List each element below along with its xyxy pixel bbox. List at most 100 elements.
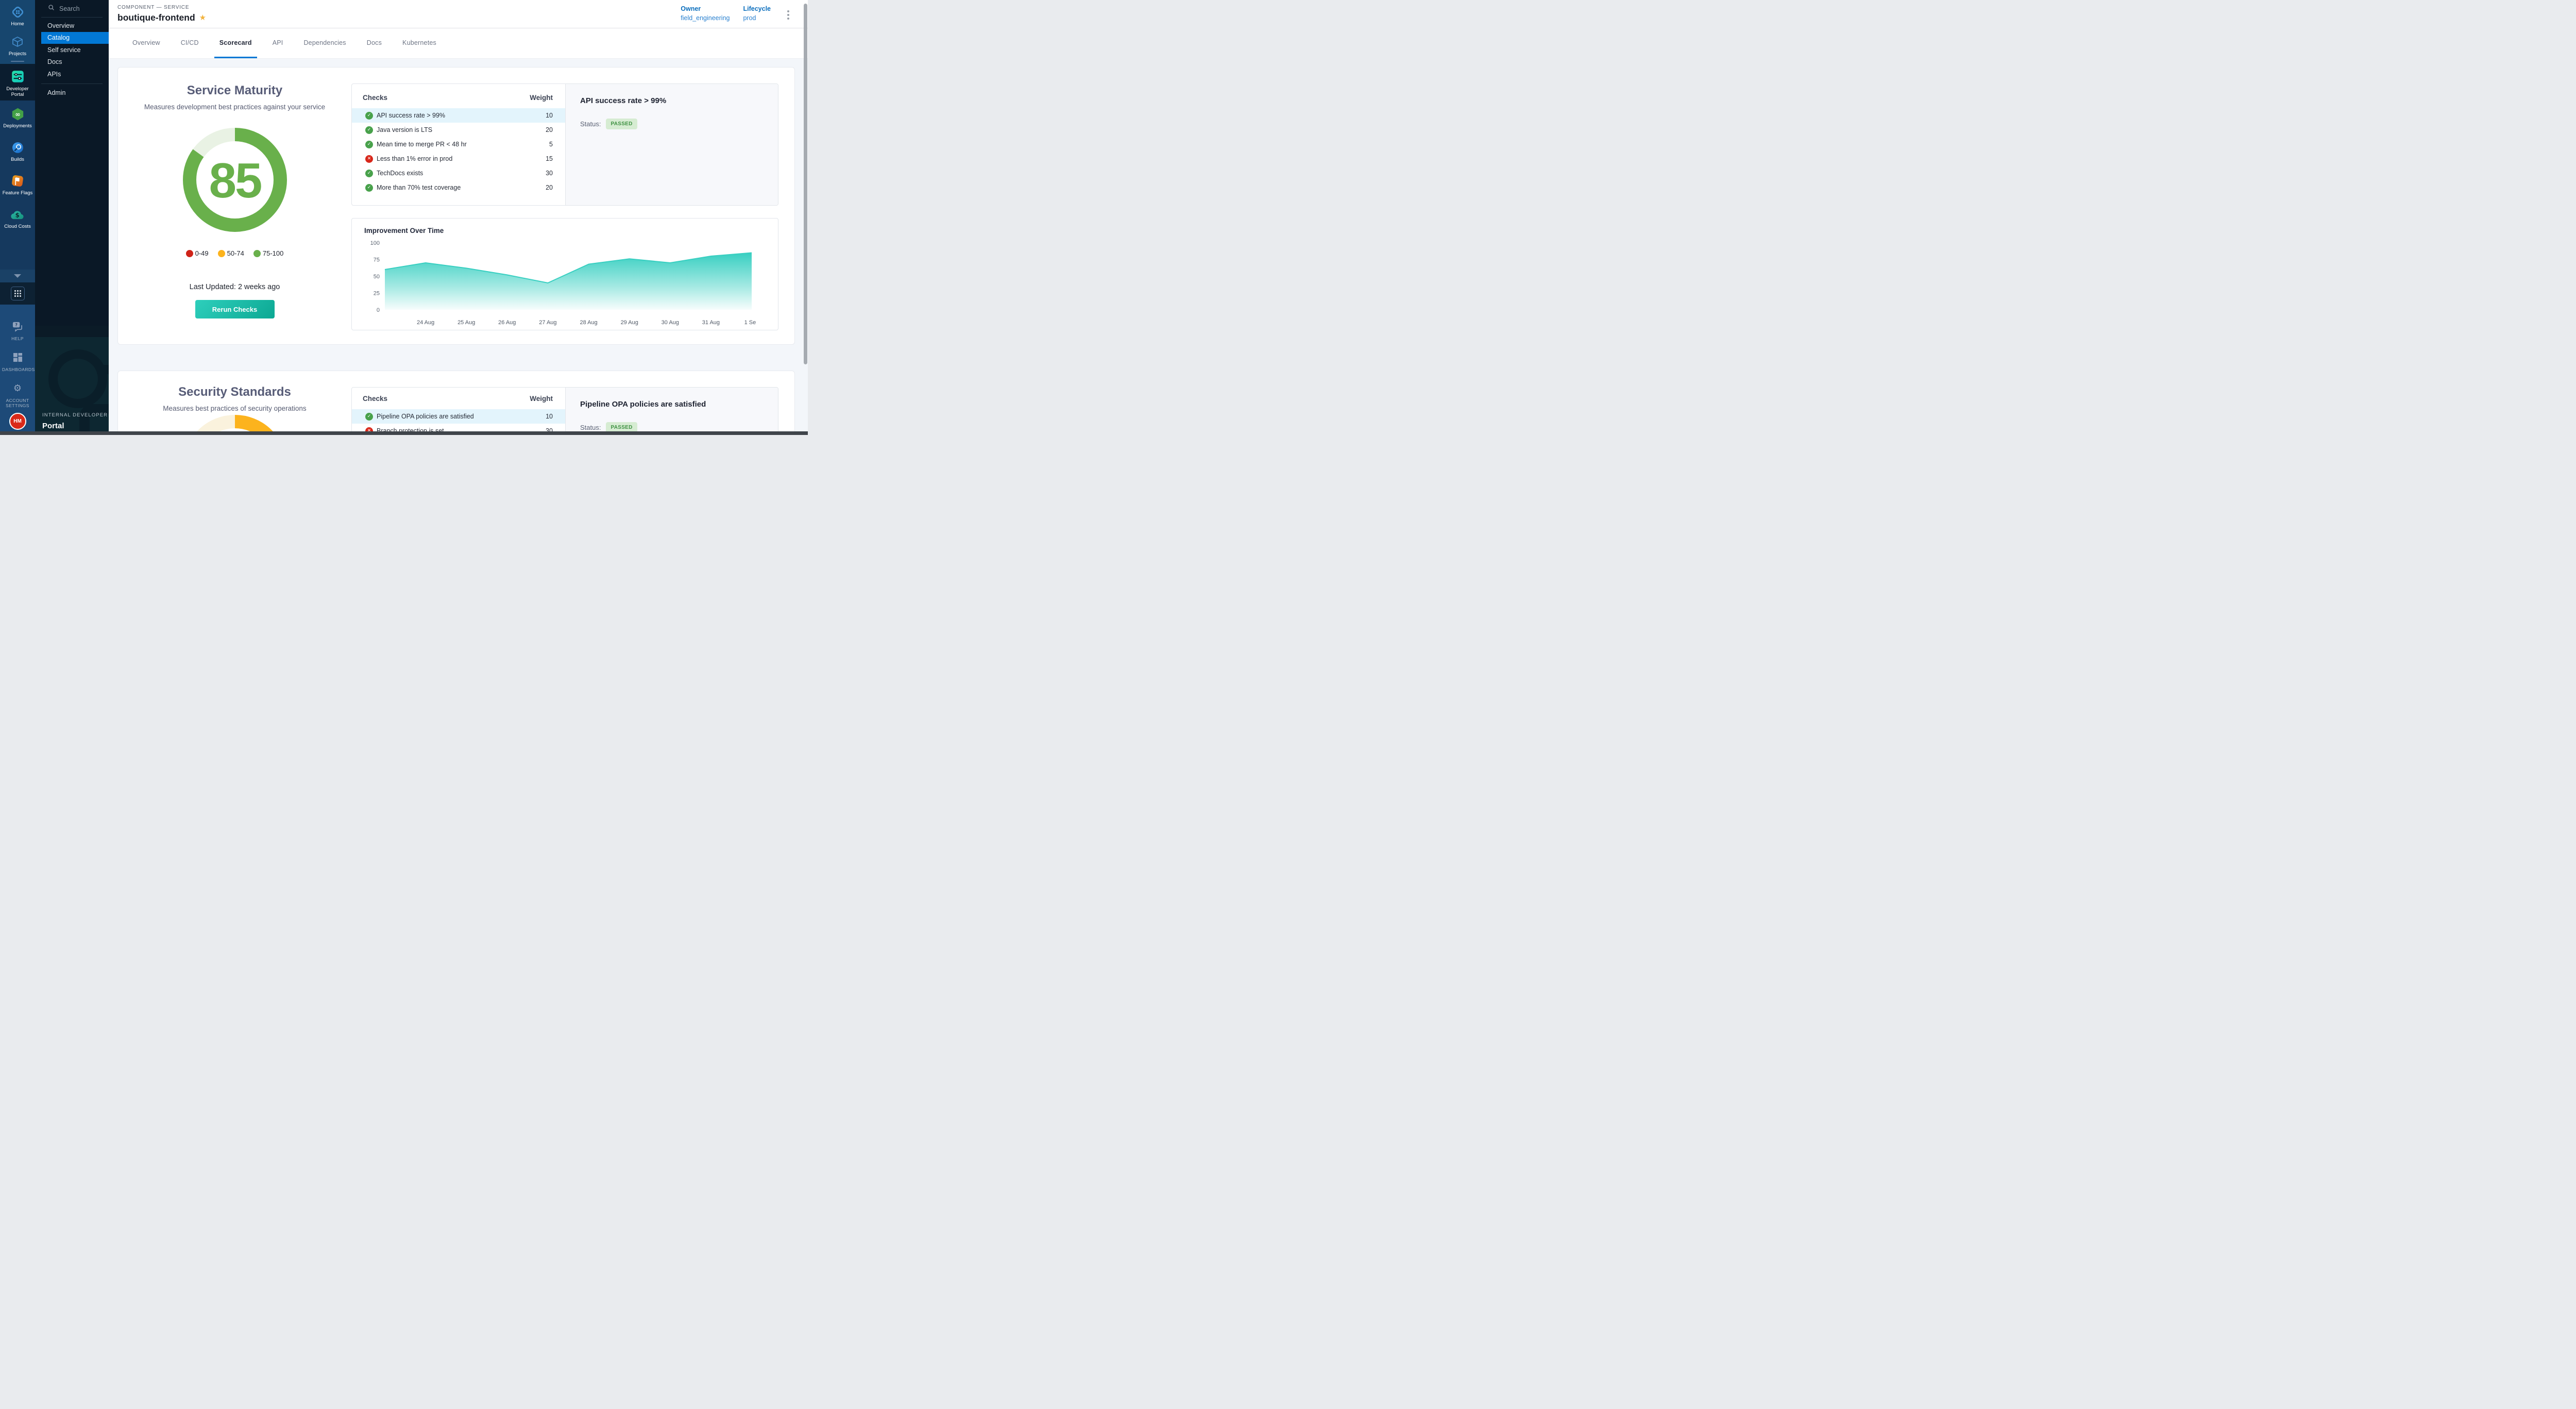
sidebar-item-docs[interactable]: Docs	[41, 56, 109, 69]
scrollbar-thumb[interactable]	[804, 4, 807, 364]
rail-bottom-group: ?HELP DASHBOARDS ⚙ACCOUNT SETTINGSHM	[0, 305, 35, 435]
check-pass-icon: ✓	[365, 184, 373, 192]
rail-more-chevron[interactable]	[0, 270, 35, 282]
circuit-decoration	[48, 349, 107, 408]
tab-kubernetes[interactable]: Kubernetes	[397, 28, 442, 58]
rerun-checks-button[interactable]: Rerun Checks	[195, 300, 275, 318]
check-label: Java version is LTS	[377, 126, 537, 133]
check-row[interactable]: ✓Mean time to merge PR < 48 hr5	[352, 137, 565, 152]
main-area: COMPONENT — SERVICE boutique-frontend ★ …	[109, 0, 808, 435]
tab-overview[interactable]: Overview	[127, 28, 165, 58]
dashboards-icon	[13, 350, 23, 365]
x-tick-label: 27 Aug	[539, 320, 556, 326]
weight-column-header: Weight	[530, 395, 553, 402]
feature-flags-icon	[11, 174, 24, 188]
legend-item: 0-49	[186, 249, 209, 257]
check-pass-icon: ✓	[365, 413, 373, 421]
check-row[interactable]: ✓API success rate > 99%10	[352, 108, 565, 123]
tab-dependencies[interactable]: Dependencies	[298, 28, 351, 58]
owner-label: Owner	[681, 5, 730, 12]
check-row[interactable]: ✓Java version is LTS20	[352, 123, 565, 137]
status-badge: PASSED	[606, 119, 637, 129]
tab-cicd[interactable]: CI/CD	[176, 28, 204, 58]
module-rail: Home Projects Developer Portal ∞ Deploymen…	[0, 0, 35, 435]
sidebar-item-apis[interactable]: APIs	[41, 68, 109, 80]
rail-item-cloud-costs[interactable]: $Cloud Costs	[0, 201, 35, 234]
avatar[interactable]: HM	[9, 413, 26, 430]
check-label: TechDocs exists	[377, 170, 537, 177]
entity-header: COMPONENT — SERVICE boutique-frontend ★ …	[109, 0, 808, 28]
area-series	[385, 253, 752, 310]
check-label: Pipeline OPA policies are satisfied	[377, 413, 537, 420]
legend-dot-icon	[218, 250, 225, 257]
check-weight: 20	[537, 126, 553, 133]
rail-item-label: Home	[11, 21, 24, 27]
chart-title: Improvement Over Time	[364, 227, 768, 234]
check-detail-title: API success rate > 99%	[580, 96, 768, 105]
search-icon	[48, 4, 55, 13]
tab-api[interactable]: API	[267, 28, 289, 58]
sidebar-item-admin[interactable]: Admin	[41, 87, 109, 99]
lifecycle-label: Lifecycle	[743, 5, 771, 12]
lifecycle-link[interactable]: prod	[743, 14, 771, 22]
x-tick-label: 31 Aug	[702, 320, 720, 326]
check-weight: 10	[537, 413, 553, 420]
sidebar-item-self-service[interactable]: Self service	[41, 44, 109, 56]
check-detail-panel: Pipeline OPA policies are satisfied Stat…	[565, 388, 778, 435]
rail-item-deployments[interactable]: ∞ Deployments	[0, 100, 35, 134]
tab-bar: Overview CI/CD Scorecard API Dependencies Doc…	[109, 28, 808, 59]
settings-gear-icon: ⚙	[13, 381, 22, 396]
tab-scorecard[interactable]: Scorecard	[214, 28, 257, 58]
search-input[interactable]: Search	[35, 0, 109, 17]
check-label: Mean time to merge PR < 48 hr	[377, 141, 537, 148]
scorecard-title: Service Maturity	[187, 83, 282, 98]
rail-item-account-settings[interactable]: ⚙ACCOUNT SETTINGS	[0, 377, 35, 413]
rail-item-label: DASHBOARDS	[2, 367, 33, 372]
tab-docs[interactable]: Docs	[362, 28, 387, 58]
rail-item-home[interactable]: Home	[0, 0, 35, 30]
legend-label: 75-100	[263, 249, 283, 257]
y-tick-label: 0	[377, 307, 380, 313]
maturity-gauge: 85	[181, 126, 289, 234]
breadcrumb: COMPONENT — SERVICE	[117, 5, 206, 10]
search-placeholder: Search	[59, 5, 80, 12]
rail-item-dashboards[interactable]: DASHBOARDS	[0, 346, 35, 377]
checks-panel: ChecksWeight✓API success rate > 99%10✓Ja…	[351, 83, 778, 206]
check-label: API success rate > 99%	[377, 112, 537, 119]
rail-item-developer-portal[interactable]: Developer Portal	[0, 64, 35, 100]
harness-logo-icon	[11, 5, 25, 19]
check-row[interactable]: ✓TechDocs exists30	[352, 166, 565, 180]
checks-table: ChecksWeight✓API success rate > 99%10✓Ja…	[352, 84, 565, 205]
rail-item-projects[interactable]: Projects	[0, 30, 35, 60]
rail-item-help[interactable]: ?HELP	[0, 315, 35, 346]
x-tick-label: 28 Aug	[580, 320, 597, 326]
rail-item-feature-flags[interactable]: Feature Flags	[0, 167, 35, 201]
check-row[interactable]: ✕Less than 1% error in prod15	[352, 152, 565, 166]
check-pass-icon: ✓	[365, 170, 373, 177]
divider	[41, 83, 103, 84]
rail-item-label: Deployments	[3, 123, 31, 129]
owner-block: Owner field_engineering	[681, 5, 730, 22]
check-row[interactable]: ✓More than 70% test coverage20	[352, 180, 565, 195]
kebab-menu-icon[interactable]	[784, 7, 792, 23]
legend-label: 50-74	[227, 249, 244, 257]
x-tick-label: 26 Aug	[498, 320, 516, 326]
rail-item-builds[interactable]: Builds	[0, 134, 35, 167]
check-pass-icon: ✓	[365, 141, 373, 148]
owner-link[interactable]: field_engineering	[681, 14, 730, 22]
check-weight: 15	[537, 155, 553, 162]
deployments-icon: ∞	[11, 107, 25, 121]
check-row[interactable]: ✓ Pipeline OPA policies are satisfied10	[352, 409, 565, 424]
security-details: ChecksWeight✓Pipeline OPA policies are s…	[351, 371, 794, 435]
scorecard-subtitle: Measures best practices of security oper…	[163, 404, 306, 413]
x-tick-label: 25 Aug	[457, 320, 475, 326]
sidebar-item-overview[interactable]: Overview	[41, 20, 109, 32]
security-standards-card: Security Standards Measures best practic…	[117, 371, 795, 435]
check-label: Less than 1% error in prod	[377, 155, 537, 162]
module-picker-button[interactable]	[11, 287, 25, 300]
sidebar-item-catalog[interactable]: Catalog	[41, 32, 109, 44]
security-summary: Security Standards Measures best practic…	[118, 371, 351, 435]
checks-column-header: Checks	[363, 94, 387, 102]
favorite-star-icon[interactable]: ★	[199, 14, 206, 22]
improvement-chart: 100755025024 Aug25 Aug26 Aug27 Aug28 Aug…	[364, 238, 756, 328]
